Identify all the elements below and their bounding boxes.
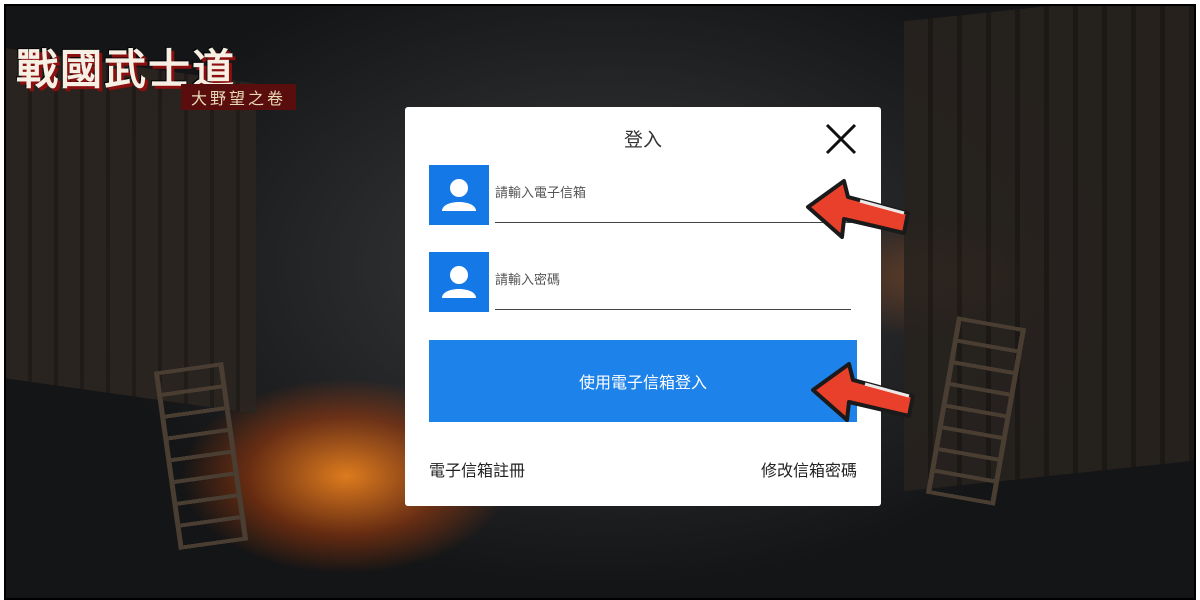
password-field[interactable] (495, 252, 851, 310)
modal-title: 登入 (623, 129, 662, 151)
close-icon[interactable] (823, 121, 859, 157)
login-modal: 登入 使用電子信箱登入 電子信箱註冊 修改信箱密碼 (405, 107, 881, 506)
pointing-arrow-icon (800, 175, 920, 255)
change-password-link[interactable]: 修改信箱密碼 (761, 457, 857, 481)
logo-subtitle: 大野望之卷 (181, 84, 297, 110)
email-field[interactable] (495, 165, 851, 223)
pointing-arrow-icon (805, 358, 925, 438)
game-logo: 戰國武士道 大野望之卷 (16, 36, 316, 126)
password-row (429, 252, 857, 312)
email-login-button[interactable]: 使用電子信箱登入 (429, 340, 857, 422)
email-register-link[interactable]: 電子信箱註冊 (429, 457, 525, 481)
user-icon (429, 252, 489, 312)
email-row (429, 165, 857, 225)
user-icon (429, 165, 489, 225)
